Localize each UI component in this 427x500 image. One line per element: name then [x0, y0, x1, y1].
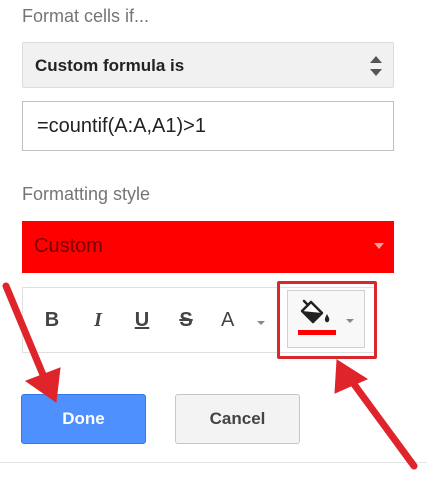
italic-icon: I: [94, 309, 102, 331]
chevron-down-icon: [374, 243, 384, 249]
bold-icon: B: [44, 309, 60, 331]
fill-color-highlight-box: [277, 281, 377, 359]
done-button[interactable]: Done: [21, 394, 146, 444]
text-color-icon: A: [221, 309, 235, 331]
divider: [0, 462, 427, 463]
custom-formula-input[interactable]: =countif(A:A,A1)>1: [22, 101, 394, 151]
formatting-style-dropdown[interactable]: Custom: [22, 221, 394, 273]
formatting-style-label: Formatting style: [22, 184, 151, 204]
text-color-button[interactable]: A: [217, 304, 265, 336]
cancel-button[interactable]: Cancel: [175, 394, 300, 444]
chevron-down-icon: [257, 321, 265, 325]
strikethrough-button[interactable]: S: [171, 304, 201, 336]
condition-rule-select[interactable]: Custom formula is: [22, 42, 394, 88]
bold-button[interactable]: B: [37, 304, 67, 336]
formatting-style-value: Custom: [34, 235, 103, 257]
underline-icon: U: [134, 309, 150, 331]
arrow-to-fill-color-button: [334, 359, 418, 470]
italic-button[interactable]: I: [83, 304, 113, 336]
underline-button[interactable]: U: [127, 304, 157, 336]
condition-rule-label: Custom formula is: [35, 56, 185, 75]
strikethrough-icon: S: [179, 309, 193, 331]
up-down-arrows-icon: [370, 56, 382, 76]
format-cells-label: Format cells if...: [22, 6, 150, 26]
